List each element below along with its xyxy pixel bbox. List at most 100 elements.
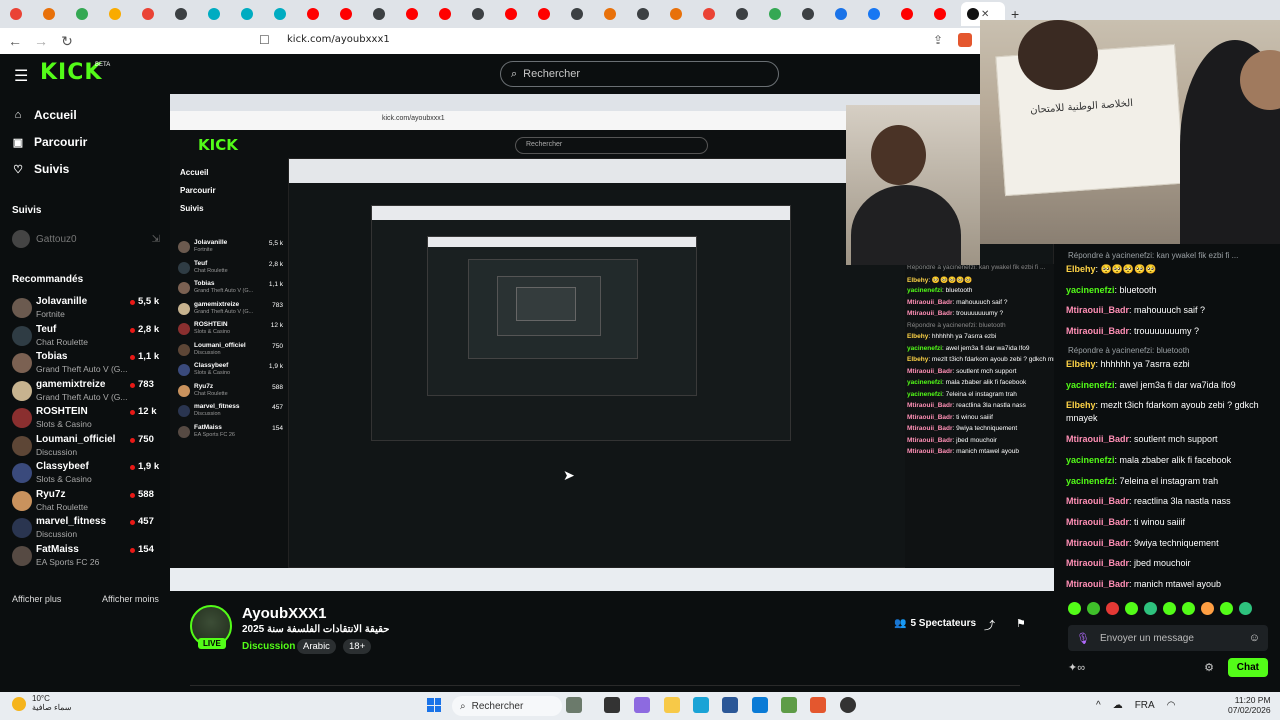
emote-icon[interactable] bbox=[1220, 602, 1233, 615]
followed-channel[interactable]: Gattouz0 ⇲ bbox=[12, 230, 160, 248]
chat-username[interactable]: Mtiraouii_Badr bbox=[1066, 326, 1129, 336]
chat-username[interactable]: Mtiraouii_Badr bbox=[1066, 434, 1129, 444]
recommended-channel[interactable]: Tobias Grand Theft Auto V (G... 1,1 k bbox=[12, 351, 160, 377]
browser-tab[interactable] bbox=[169, 2, 202, 26]
chat-username[interactable]: yacinenefzi bbox=[1066, 476, 1115, 486]
send-chat-button[interactable]: Chat bbox=[1227, 658, 1268, 677]
emoji-icon[interactable]: ☺ bbox=[1249, 632, 1260, 644]
file-explorer-icon[interactable] bbox=[664, 697, 680, 713]
recommended-channel[interactable]: Ryu7z Chat Roulette 588 bbox=[12, 489, 160, 515]
browser-tab[interactable] bbox=[301, 2, 334, 26]
chat-username[interactable]: Mtiraouii_Badr bbox=[1066, 558, 1129, 568]
chat-username[interactable]: Mtiraouii_Badr bbox=[1066, 496, 1129, 506]
emote-icon[interactable] bbox=[1201, 602, 1214, 615]
copilot-icon[interactable] bbox=[634, 697, 650, 713]
recommended-channel[interactable]: Loumani_officiel Discussion 750 bbox=[12, 434, 160, 460]
browser-tab[interactable] bbox=[796, 2, 829, 26]
collapse-icon[interactable]: ⇲ bbox=[152, 234, 160, 245]
search-input[interactable]: ⌕ Rechercher bbox=[500, 61, 779, 87]
emote-icon[interactable] bbox=[1125, 602, 1138, 615]
share-icon[interactable]: ⇪ bbox=[933, 33, 943, 47]
browser-tab[interactable] bbox=[367, 2, 400, 26]
chat-username[interactable]: Elbehy bbox=[1066, 359, 1096, 369]
recommended-channel[interactable]: Jolavanille Fortnite 5,5 k bbox=[12, 296, 160, 322]
browser-tab[interactable] bbox=[598, 2, 631, 26]
browser-tab[interactable] bbox=[334, 2, 367, 26]
recommended-channel[interactable]: FatMaiss EA Sports FC 26 154 bbox=[12, 544, 160, 570]
sidebar-item-following[interactable]: ♡ Suivis bbox=[12, 162, 69, 176]
emote-icon[interactable] bbox=[1144, 602, 1157, 615]
task-view-icon[interactable] bbox=[604, 697, 620, 713]
chat-input[interactable]: 🎙 Envoyer un message ☺ bbox=[1068, 625, 1268, 651]
browser-tab[interactable] bbox=[631, 2, 664, 26]
browser-tab[interactable] bbox=[235, 2, 268, 26]
chat-username[interactable]: Mtiraouii_Badr bbox=[1066, 517, 1129, 527]
store-icon[interactable] bbox=[722, 697, 738, 713]
edge-icon[interactable] bbox=[693, 697, 709, 713]
browser-tab[interactable] bbox=[928, 2, 961, 26]
language-indicator[interactable]: FRA bbox=[1135, 700, 1155, 711]
browser-tab[interactable] bbox=[136, 2, 169, 26]
reload-icon[interactable]: ↻ bbox=[56, 33, 78, 50]
news-widget-icon[interactable] bbox=[566, 697, 582, 713]
browser-tab[interactable] bbox=[433, 2, 466, 26]
browser-tab[interactable] bbox=[565, 2, 598, 26]
vscode-icon[interactable] bbox=[752, 697, 768, 713]
chat-username[interactable]: Elbehy bbox=[1066, 264, 1096, 274]
forward-icon[interactable]: → bbox=[30, 33, 52, 49]
chevron-up-icon[interactable]: ^ bbox=[1096, 700, 1101, 711]
recommended-channel[interactable]: marvel_fitness Discussion 457 bbox=[12, 516, 160, 542]
show-less-link[interactable]: Afficher moins bbox=[102, 594, 159, 604]
chat-username[interactable]: yacinenefzi bbox=[1066, 455, 1115, 465]
bookmark-icon[interactable]: ☐ bbox=[259, 33, 270, 47]
browser-tab[interactable] bbox=[202, 2, 235, 26]
stream-category[interactable]: Discussion bbox=[242, 641, 295, 652]
share-icon[interactable]: ⤴ bbox=[984, 617, 995, 633]
browser-tab[interactable] bbox=[103, 2, 136, 26]
browser-tab[interactable] bbox=[895, 2, 928, 26]
emote-icon[interactable] bbox=[1068, 602, 1081, 615]
report-icon[interactable]: ⚑ bbox=[1016, 617, 1026, 630]
recommended-channel[interactable]: ROSHTEIN Slots & Casino 12 k bbox=[12, 406, 160, 432]
menu-icon[interactable]: ☰ bbox=[14, 66, 28, 86]
chat-username[interactable]: Mtiraouii_Badr bbox=[1066, 305, 1129, 315]
brave-icon[interactable] bbox=[810, 697, 826, 713]
browser-tab[interactable] bbox=[829, 2, 862, 26]
recommended-channel[interactable]: gamemixtreize Grand Theft Auto V (G... 783 bbox=[12, 379, 160, 405]
browser-tab[interactable] bbox=[697, 2, 730, 26]
chat-username[interactable]: yacinenefzi bbox=[1066, 380, 1115, 390]
browser-tab[interactable] bbox=[499, 2, 532, 26]
back-icon[interactable]: ← bbox=[4, 33, 26, 49]
gear-icon[interactable]: ⚙ bbox=[1204, 661, 1214, 674]
browser-tab[interactable] bbox=[664, 2, 697, 26]
weather-widget[interactable]: 10°C سماء صافية bbox=[12, 694, 72, 713]
emote-icon[interactable] bbox=[1087, 602, 1100, 615]
chat-username[interactable]: Elbehy bbox=[1066, 400, 1096, 410]
chat-username[interactable]: Mtiraouii_Badr bbox=[1066, 579, 1129, 589]
show-more-link[interactable]: Afficher plus bbox=[12, 594, 61, 604]
browser-tab[interactable] bbox=[4, 2, 37, 26]
sidebar-item-browse[interactable]: ▣ Parcourir bbox=[12, 135, 88, 149]
emote-icon[interactable] bbox=[1182, 602, 1195, 615]
chat-rules-icon[interactable]: ✦∞ bbox=[1068, 661, 1085, 674]
recommended-channel[interactable]: Classybeef Slots & Casino 1,9 k bbox=[12, 461, 160, 487]
wifi-icon[interactable]: ◠ bbox=[1167, 700, 1176, 711]
close-icon[interactable]: ✕ bbox=[981, 9, 989, 20]
recommended-channel[interactable]: Teuf Chat Roulette 2,8 k bbox=[12, 324, 160, 350]
browser-tab[interactable] bbox=[268, 2, 301, 26]
sidebar-item-home[interactable]: ⌂ Accueil bbox=[12, 108, 77, 122]
browser-tab[interactable] bbox=[862, 2, 895, 26]
obs-icon[interactable] bbox=[840, 697, 856, 713]
tag-age[interactable]: 18+ bbox=[343, 639, 372, 654]
browser-tab[interactable] bbox=[70, 2, 103, 26]
browser-tab[interactable] bbox=[400, 2, 433, 26]
kick-logo[interactable]: KICK bbox=[40, 60, 102, 85]
tag-language[interactable]: Arabic bbox=[297, 639, 336, 654]
emote-icon[interactable] bbox=[1163, 602, 1176, 615]
browser-tab[interactable] bbox=[466, 2, 499, 26]
taskbar-search[interactable]: ⌕ Rechercher bbox=[452, 696, 562, 716]
browser-tab[interactable] bbox=[763, 2, 796, 26]
clock[interactable]: 11:20 PM 07/02/2026 bbox=[1228, 695, 1271, 715]
browser-tab[interactable] bbox=[730, 2, 763, 26]
emote-icon[interactable] bbox=[1106, 602, 1119, 615]
